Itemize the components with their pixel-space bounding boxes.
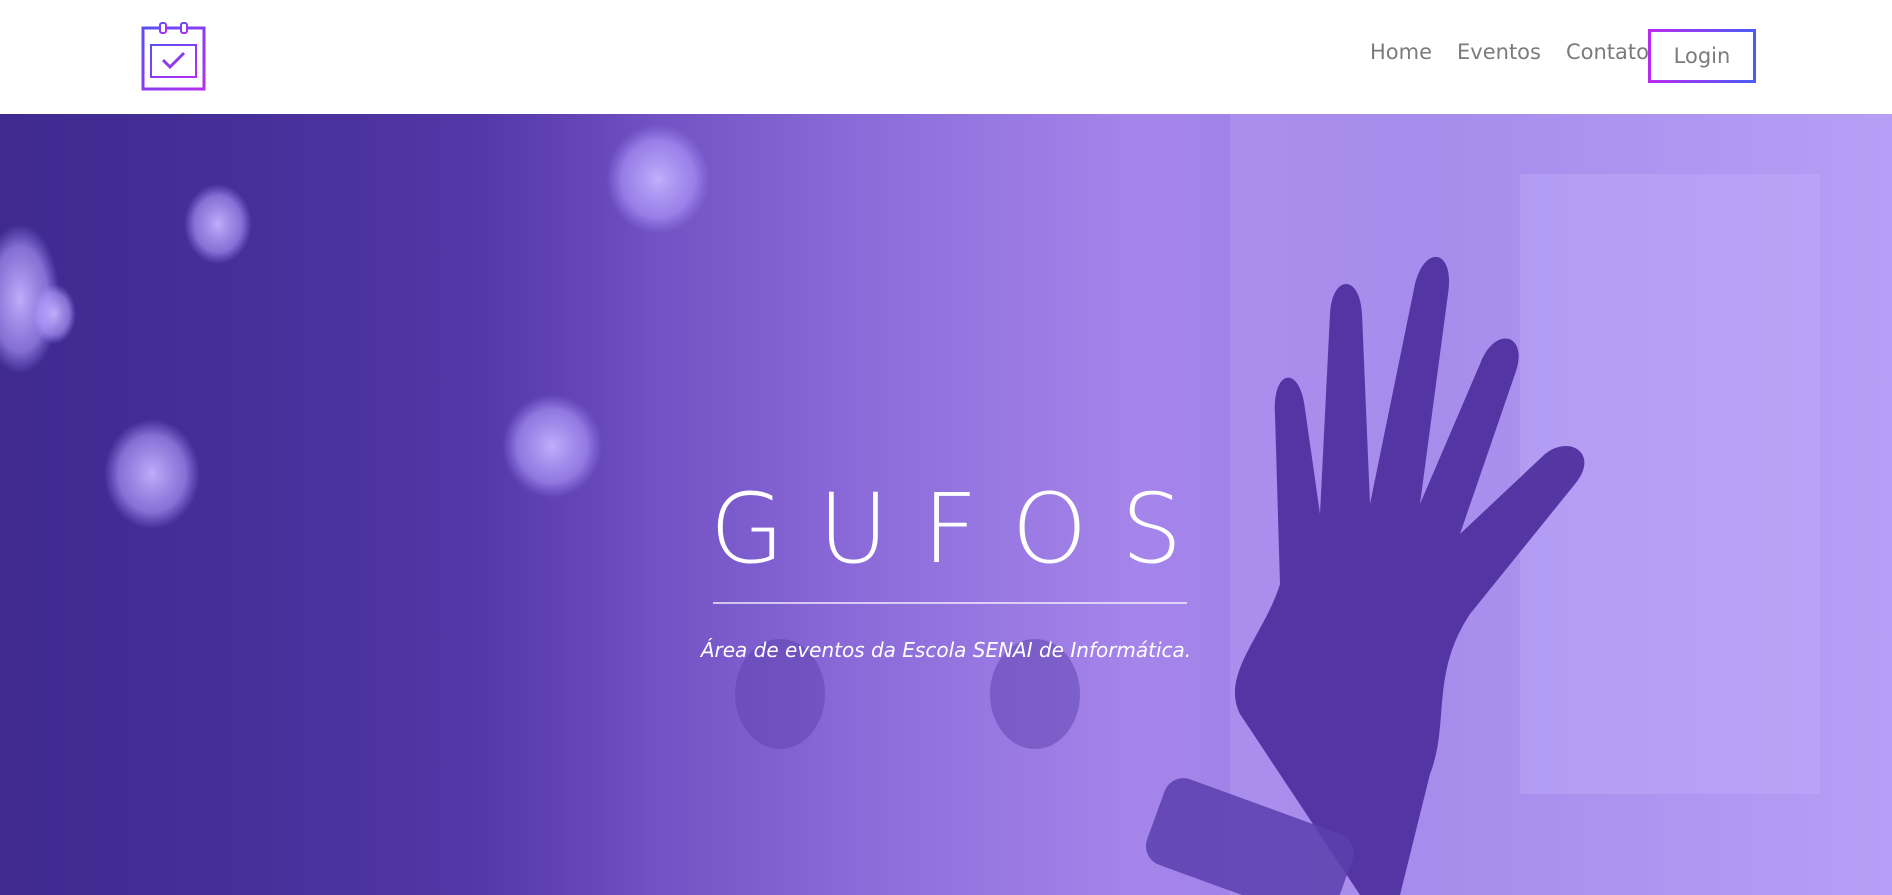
calendar-check-icon[interactable]	[141, 22, 207, 92]
nav-link-contato[interactable]: Contato	[1566, 38, 1649, 66]
login-button[interactable]: Login	[1648, 29, 1756, 83]
hero-banner: GUFOS Área de eventos da Escola SENAI de…	[0, 114, 1892, 895]
hero-divider	[713, 602, 1187, 604]
site-header: Home Eventos Contato Login	[0, 0, 1892, 114]
nav-link-home[interactable]: Home	[1370, 38, 1432, 66]
hero-title: GUFOS	[709, 473, 1217, 585]
main-nav: Home Eventos Contato	[1370, 38, 1674, 66]
nav-link-eventos[interactable]: Eventos	[1457, 38, 1541, 66]
hero-subtitle: Área de eventos da Escola SENAI de Infor…	[700, 638, 1192, 662]
